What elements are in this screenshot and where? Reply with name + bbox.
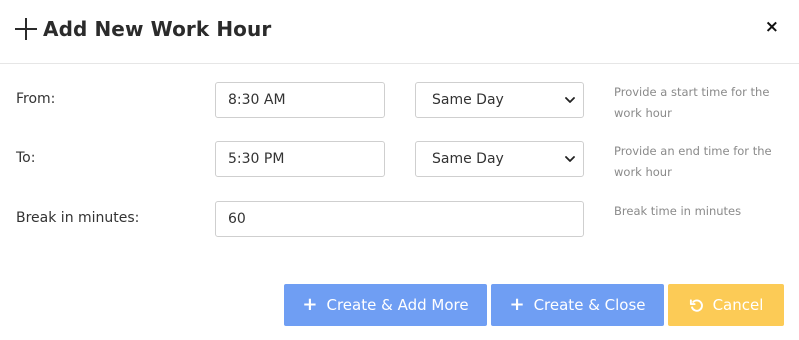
break-help-text: Break time in minutes (614, 204, 742, 218)
modal-title: Add New Work Hour (43, 17, 272, 41)
close-button[interactable]: × (765, 17, 779, 37)
cancel-label: Cancel (712, 296, 764, 314)
cancel-button[interactable]: Cancel (668, 284, 784, 326)
plus-icon: + (302, 294, 318, 315)
to-row: To: Same Day Provide an end time for the… (0, 141, 799, 181)
create-close-button[interactable]: + Create & Close (491, 284, 664, 326)
create-close-label: Create & Close (533, 296, 646, 314)
from-day-select[interactable]: Same Day (415, 82, 584, 118)
modal-header: Add New Work Hour × (0, 0, 799, 64)
break-row: Break in minutes: Break time in minutes (0, 201, 799, 241)
to-label: To: (16, 150, 36, 166)
chevron-down-icon (565, 156, 575, 162)
plus-icon (15, 18, 37, 40)
from-label: From: (16, 91, 56, 107)
undo-icon (689, 298, 703, 312)
add-work-hour-modal: Add New Work Hour × From: Same Day Provi… (0, 0, 799, 340)
from-help-text: Provide a start time for the work hour (614, 85, 770, 120)
title-wrap: Add New Work Hour (15, 17, 271, 41)
from-day-select-value: Same Day (432, 92, 504, 108)
create-add-more-label: Create & Add More (326, 296, 469, 314)
from-time-input[interactable] (215, 82, 385, 118)
chevron-down-icon (565, 97, 575, 103)
to-day-select-value: Same Day (432, 151, 504, 167)
to-help-text: Provide an end time for the work hour (614, 144, 772, 179)
create-add-more-button[interactable]: + Create & Add More (284, 284, 487, 326)
from-row: From: Same Day Provide a start time for … (0, 82, 799, 122)
plus-icon: + (509, 294, 525, 315)
break-minutes-input[interactable] (215, 201, 584, 237)
break-label: Break in minutes: (16, 210, 140, 226)
to-day-select[interactable]: Same Day (415, 141, 584, 177)
to-time-input[interactable] (215, 141, 385, 177)
